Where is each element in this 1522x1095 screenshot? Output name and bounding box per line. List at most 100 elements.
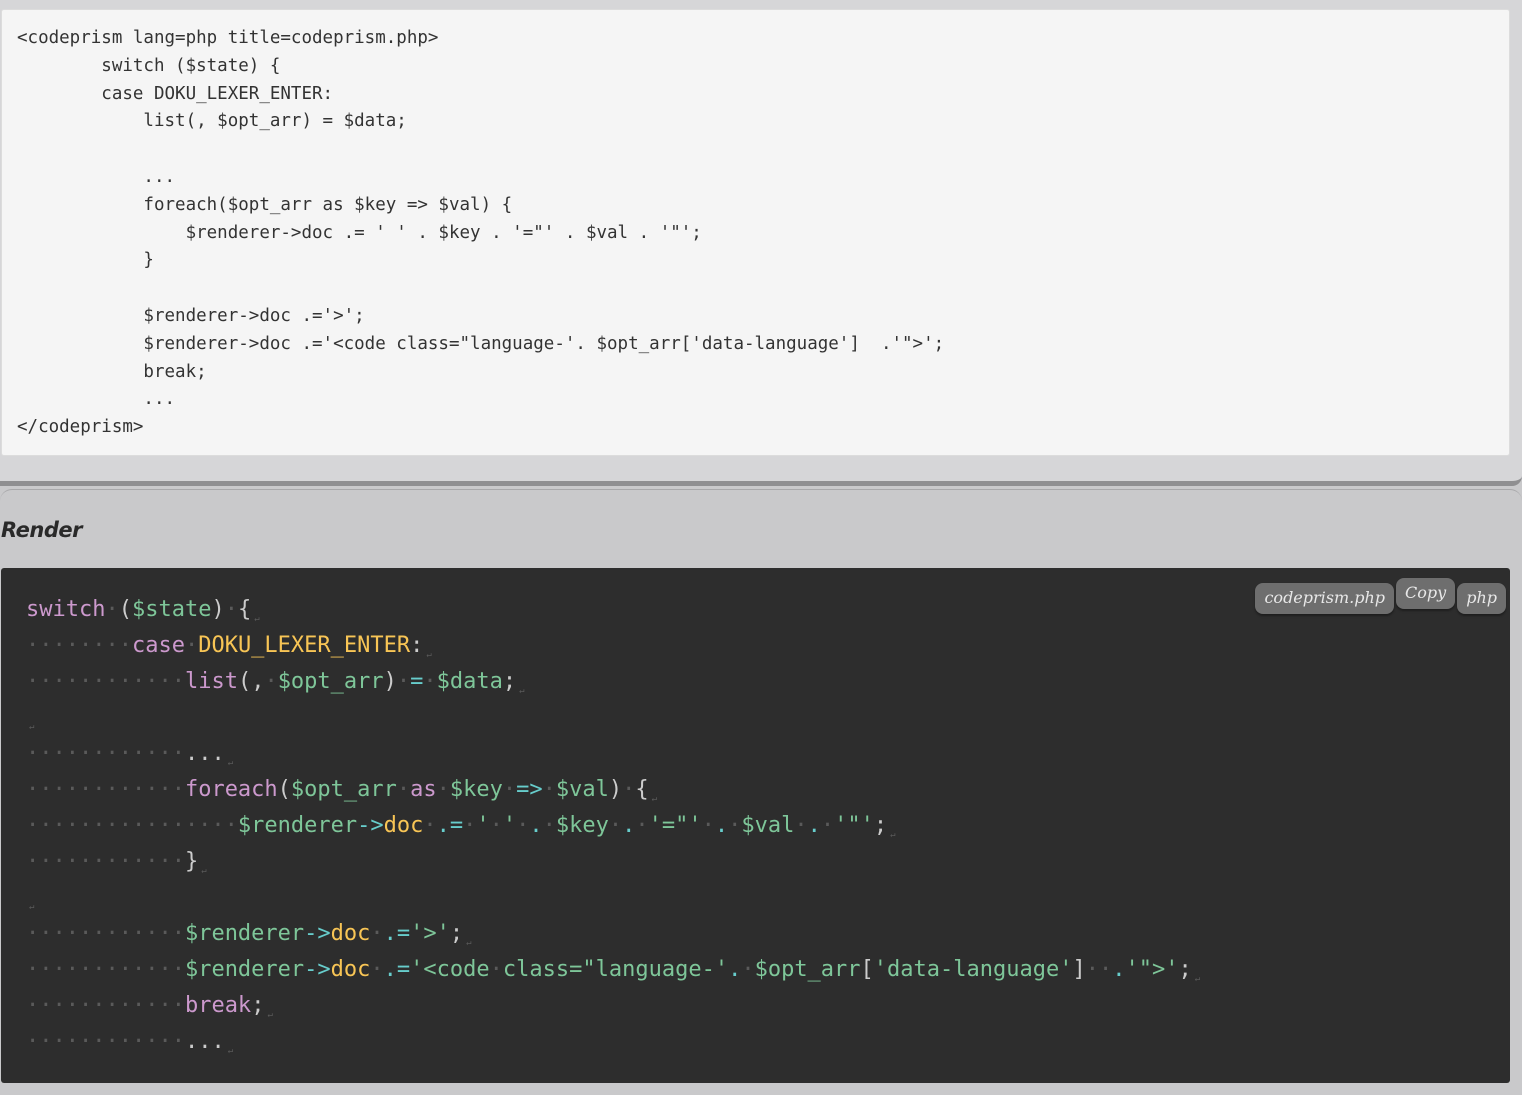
whitespace-marker: ·	[436, 777, 450, 802]
source-line: foreach($opt_arr as $key => $val) {	[17, 194, 513, 215]
code-token: '	[476, 813, 490, 838]
whitespace-marker: ·	[502, 777, 517, 802]
code-toolbar: codeprism.php Copy php	[1255, 578, 1506, 614]
source-line: ...	[17, 166, 176, 187]
code-token: ;	[449, 921, 464, 946]
code-token: $val	[741, 813, 795, 838]
code-token: )	[608, 777, 623, 802]
code-token: $data	[436, 669, 503, 694]
line-end-icon: ↵	[227, 758, 234, 768]
code-token: break	[184, 993, 252, 1018]
whitespace-marker: ·	[105, 597, 119, 622]
code-token: $key	[555, 813, 609, 838]
whitespace-marker: ·	[489, 957, 503, 982]
code-token: ;	[1178, 957, 1192, 982]
code-line: ············... ↵	[26, 736, 1510, 772]
code-token: {	[237, 597, 252, 622]
whitespace-marker: ·	[423, 669, 437, 694]
source-line	[17, 275, 1509, 303]
code-line: ↵	[26, 880, 1510, 916]
whitespace-marker: ················	[26, 813, 238, 838]
source-line: }	[17, 250, 154, 271]
code-token: DOKU_LEXER_ENTER	[198, 633, 411, 658]
whitespace-marker: ·	[370, 921, 384, 946]
code-token: (	[277, 777, 291, 802]
code-token: '">'	[1125, 957, 1179, 982]
code-line: ············foreach($opt_arr·as·$key·=>·…	[26, 772, 1510, 808]
line-end-icon: ↵	[890, 830, 896, 840]
whitespace-marker: ·	[264, 669, 278, 694]
code-token: '<code	[410, 957, 490, 982]
code-token: =>	[516, 777, 543, 802]
source-line: switch ($state) {	[17, 55, 281, 76]
whitespace-marker: ·	[396, 777, 411, 802]
code-token: [	[860, 957, 874, 982]
source-panel: <codeprism lang=php title=codeprism.php>…	[0, 0, 1522, 486]
render-heading: Render	[1, 518, 82, 542]
whitespace-marker: ··	[1085, 957, 1113, 982]
code-line: ············... ↵	[26, 1024, 1510, 1060]
copy-button[interactable]: Copy	[1396, 578, 1456, 609]
code-token: $val	[555, 777, 609, 802]
code-token: (	[118, 597, 132, 622]
source-code-block: <codeprism lang=php title=codeprism.php>…	[1, 9, 1510, 456]
filename-label: codeprism.php	[1255, 583, 1395, 614]
code-token: class="language-'	[502, 957, 729, 982]
code-token: switch	[26, 597, 106, 622]
code-token: $key	[449, 777, 503, 802]
whitespace-marker: ·	[701, 813, 715, 838]
code-line: ············list(,·$opt_arr)·=·$data; ↵	[26, 664, 1510, 700]
code-token: ;	[251, 993, 265, 1018]
code-token: $renderer	[184, 957, 305, 982]
source-line: $renderer->doc .='<code class="language-…	[17, 333, 945, 354]
code-token: .	[622, 813, 636, 838]
whitespace-marker: ·	[516, 813, 530, 838]
line-end-icon: ↵	[466, 938, 472, 948]
source-line: break;	[17, 361, 207, 382]
code-line: ············$renderer->doc·.='<code·clas…	[26, 952, 1510, 988]
line-end-icon: ↵	[519, 686, 525, 696]
source-line	[17, 136, 1509, 164]
code-token: =	[410, 669, 424, 694]
whitespace-marker: ········	[26, 633, 132, 658]
code-token: $opt_arr	[754, 957, 861, 982]
source-line: list(, $opt_arr) = $data;	[17, 111, 407, 132]
line-end-icon: ↵	[227, 1046, 234, 1056]
line-end-icon: ↵	[254, 614, 260, 624]
whitespace-marker: ·	[224, 597, 238, 622]
code-token: .=	[436, 813, 464, 838]
whitespace-marker: ············	[26, 1029, 185, 1054]
code-token: '"'	[834, 813, 874, 838]
line-end-icon: ↵	[267, 1010, 273, 1020]
code-token: foreach	[184, 777, 278, 802]
source-line: case DOKU_LEXER_ENTER:	[17, 83, 334, 104]
code-token: ...	[184, 741, 225, 766]
code-token: '="'	[648, 813, 702, 838]
code-token: }	[184, 849, 199, 874]
line-end-icon: ↵	[1194, 974, 1201, 984]
highlighted-code-block: switch·($state)·{↵ ········case·DOKU_LEXE…	[1, 568, 1510, 1083]
code-line: ········case·DOKU_LEXER_ENTER: ↵	[26, 628, 1510, 664]
whitespace-marker: ·	[423, 813, 437, 838]
code-line: ↵	[26, 700, 1510, 736]
whitespace-marker: ············	[26, 921, 185, 946]
whitespace-marker: ·	[396, 669, 411, 694]
code-token: .	[714, 813, 729, 838]
code-token: $opt_arr	[290, 777, 397, 802]
code-line: ············$renderer->doc·.='>'; ↵	[26, 916, 1510, 952]
whitespace-marker: ·	[820, 813, 835, 838]
line-end-icon: ↵	[426, 650, 432, 660]
whitespace-marker: ············	[26, 993, 185, 1018]
code-token: case	[131, 633, 185, 658]
source-line: </codeprism>	[17, 417, 144, 438]
code-token: $renderer	[184, 921, 305, 946]
whitespace-marker: ·	[489, 813, 503, 838]
code-line: ············} ↵	[26, 844, 1510, 880]
code-token: ...	[184, 1029, 225, 1054]
whitespace-marker: ·	[741, 957, 755, 982]
source-line: ...	[17, 389, 176, 410]
code-token: ,	[251, 669, 265, 694]
whitespace-marker: ············	[26, 957, 185, 982]
code-token: .	[1112, 957, 1126, 982]
whitespace-marker: ·	[794, 813, 808, 838]
